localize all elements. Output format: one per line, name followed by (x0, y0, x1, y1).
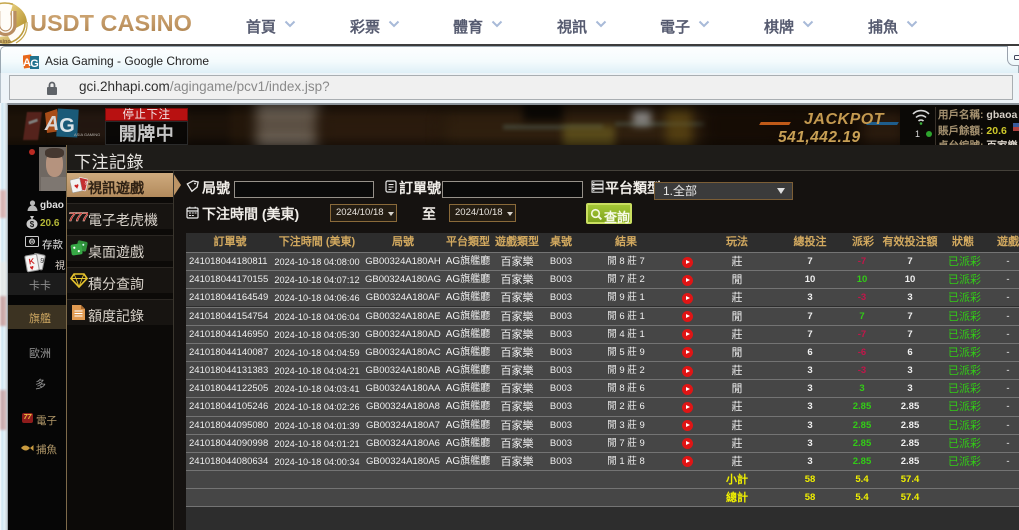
svg-text:777: 777 (69, 210, 88, 224)
svg-text:ASIA GAMING: ASIA GAMING (74, 132, 100, 137)
svg-text:A: A (44, 113, 59, 135)
svg-text:casino: casino (0, 39, 11, 45)
svg-text:G: G (30, 58, 39, 70)
svg-text:G: G (59, 115, 75, 137)
svg-text:0: 0 (30, 239, 34, 246)
svg-text:$: $ (30, 220, 35, 229)
